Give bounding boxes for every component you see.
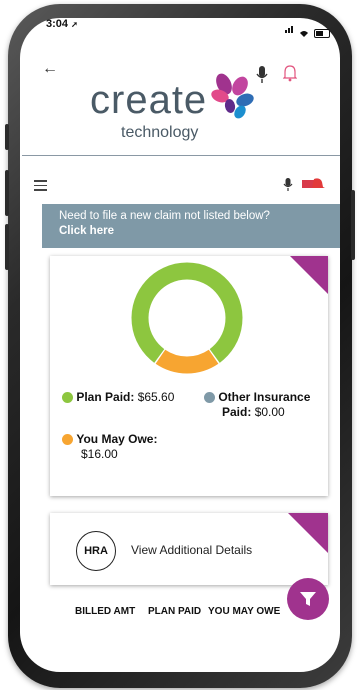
column-you-may-owe[interactable]: YOU MAY OWE bbox=[208, 606, 280, 617]
logo-wordmark: create bbox=[90, 78, 208, 122]
back-arrow-icon[interactable]: ← bbox=[42, 60, 58, 78]
wifi-icon bbox=[300, 31, 308, 37]
header-divider bbox=[22, 155, 340, 156]
card-corner-flag bbox=[288, 513, 328, 553]
legend-value: $0.00 bbox=[254, 405, 285, 419]
legend-label: You May Owe: bbox=[76, 432, 158, 446]
plan-paid-swatch bbox=[62, 392, 73, 404]
donut-slice-you-may-owe bbox=[155, 349, 219, 374]
payment-donut-chart bbox=[131, 262, 243, 374]
phone-side-button bbox=[5, 124, 9, 150]
legend-value: $65.60 bbox=[137, 390, 175, 404]
logo-flower-icon bbox=[211, 73, 254, 119]
click-here-link[interactable]: Click here bbox=[59, 225, 114, 237]
donut-slice-plan-paid bbox=[131, 262, 243, 363]
column-plan-paid[interactable]: PLAN PAID bbox=[148, 606, 201, 617]
bell-icon[interactable] bbox=[283, 64, 297, 82]
owe-swatch bbox=[62, 434, 73, 446]
column-billed-amt[interactable]: BILLED AMT bbox=[75, 606, 135, 617]
other-insurance-swatch bbox=[204, 392, 215, 404]
logo-subtitle: technology bbox=[121, 124, 199, 141]
legend-owe-value: $16.00 bbox=[81, 447, 118, 461]
details-card[interactable]: HRA View Additional Details bbox=[50, 513, 328, 585]
card-corner-flag bbox=[290, 256, 328, 294]
battery-icon bbox=[314, 29, 330, 38]
phone-volume-up bbox=[5, 170, 9, 216]
legend-you-may-owe: You May Owe: bbox=[62, 432, 157, 446]
phone-power-button bbox=[351, 190, 355, 260]
banner-text: Need to file a new claim not listed belo… bbox=[59, 210, 270, 222]
filter-icon bbox=[300, 592, 316, 606]
hra-badge: HRA bbox=[76, 531, 116, 571]
status-time: 3:04 ➚ bbox=[46, 18, 78, 30]
view-details-link[interactable]: View Additional Details bbox=[131, 543, 252, 557]
mic-icon[interactable] bbox=[256, 66, 268, 84]
location-icon: ➚ bbox=[71, 20, 78, 29]
legend-label: Other Insurance bbox=[218, 390, 311, 404]
legend-plan-paid: Plan Paid: $65.60 bbox=[62, 390, 174, 404]
legend-other-insurance-line2: Paid: $0.00 bbox=[222, 405, 285, 419]
status-icons bbox=[285, 20, 330, 38]
filter-button[interactable] bbox=[287, 578, 329, 620]
donut-slices bbox=[131, 262, 243, 374]
legend-label: Paid: bbox=[222, 405, 252, 419]
legend-other-insurance: Other Insurance bbox=[204, 390, 310, 404]
mic-icon[interactable] bbox=[283, 178, 293, 192]
phone-volume-down bbox=[5, 224, 9, 270]
legend-label: Plan Paid: bbox=[76, 390, 135, 404]
bell-icon[interactable] bbox=[302, 176, 326, 192]
claim-summary-card: Plan Paid: $65.60 Other Insurance Paid: … bbox=[50, 256, 328, 496]
menu-icon[interactable] bbox=[34, 180, 47, 194]
signal-icon bbox=[285, 20, 294, 38]
new-claim-banner[interactable]: Need to file a new claim not listed belo… bbox=[42, 204, 340, 248]
